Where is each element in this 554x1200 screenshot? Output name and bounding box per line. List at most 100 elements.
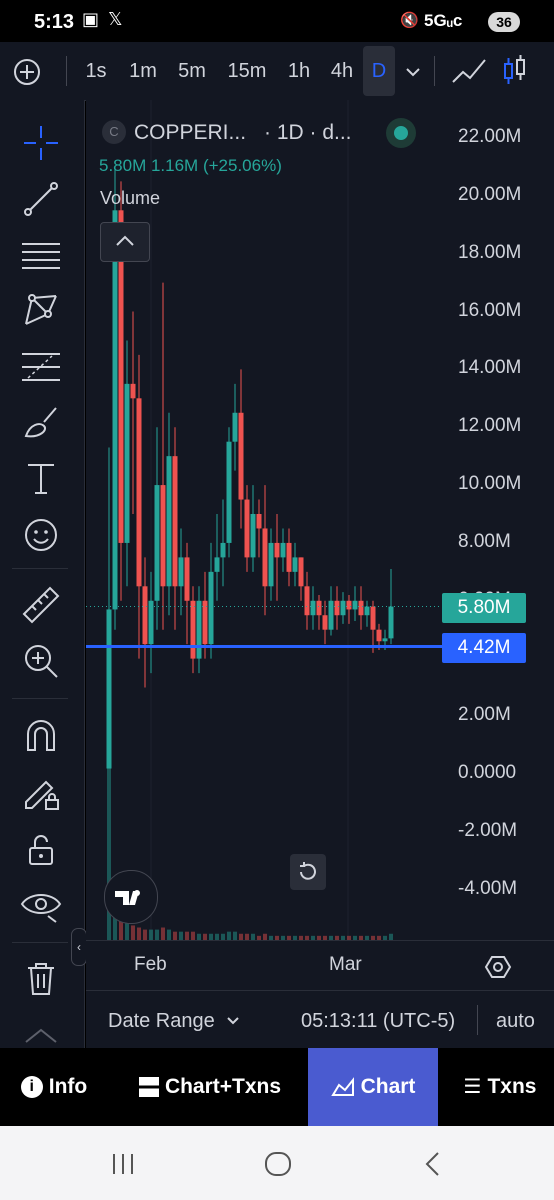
candle-body xyxy=(244,499,250,558)
market-status[interactable] xyxy=(386,118,416,148)
interval-15m[interactable]: 15m xyxy=(222,42,272,100)
ruler-icon[interactable] xyxy=(18,582,64,628)
tab-chart-txns[interactable]: Chart+Txns xyxy=(120,1048,300,1126)
candle-body xyxy=(388,606,394,639)
candle-body xyxy=(196,600,202,659)
interval-1s[interactable]: 1s xyxy=(80,42,112,100)
status-time: 5:13 xyxy=(34,11,75,33)
line-chart-icon[interactable] xyxy=(450,56,488,86)
tab-chart[interactable]: Chart xyxy=(308,1048,438,1126)
lock-drawings-icon[interactable] xyxy=(18,770,64,816)
candle-body xyxy=(250,514,256,558)
volume-bar xyxy=(137,927,141,940)
brush-icon[interactable] xyxy=(18,400,64,446)
tools-divider xyxy=(12,698,68,699)
time-label-feb: Feb xyxy=(134,954,167,975)
ohlc-values: 5.80M 1.16M (+25.06%) xyxy=(99,156,282,175)
price-axis-label: -4.00M xyxy=(458,878,518,899)
tab-info-label: Info xyxy=(48,1075,88,1098)
volume-bar xyxy=(173,931,177,940)
candle-body xyxy=(376,629,382,642)
trend-line-icon[interactable] xyxy=(18,176,64,222)
symbol-name[interactable]: COPPERI... xyxy=(134,121,246,145)
forecast-icon[interactable] xyxy=(18,344,64,390)
fib-lines-icon[interactable] xyxy=(18,232,64,278)
candle-body xyxy=(232,412,238,442)
network-label: 5Gᵤᴄ xyxy=(424,11,463,30)
tradingview-logo[interactable] xyxy=(104,870,158,924)
volume-bar xyxy=(161,927,165,940)
unlock-icon[interactable] xyxy=(18,826,64,872)
recent-apps-icon[interactable] xyxy=(110,1152,136,1176)
interval-1h[interactable]: 1h xyxy=(282,42,316,100)
screenshot-icon: ▣ xyxy=(82,9,100,29)
price-axis-label: 8.00M xyxy=(458,530,511,552)
mute-icon: 🔇 xyxy=(400,12,419,29)
market-status-dot xyxy=(394,126,408,140)
candle-body xyxy=(280,542,286,558)
tab-info[interactable]: i Info xyxy=(0,1048,108,1126)
candle-body xyxy=(154,485,160,601)
price-axis-label: 0.0000 xyxy=(458,762,517,784)
candle-body xyxy=(202,600,208,645)
trash-icon[interactable] xyxy=(18,956,64,1002)
back-icon[interactable] xyxy=(422,1150,442,1178)
collapse-legend-button[interactable] xyxy=(100,222,150,262)
candle-body xyxy=(136,398,142,587)
tab-txns[interactable]: ☰ Txns xyxy=(446,1048,554,1126)
eye-icon[interactable] xyxy=(18,882,64,928)
candles-icon[interactable] xyxy=(502,54,528,88)
auto-scale-button[interactable]: auto xyxy=(496,1010,535,1033)
reset-chart-button[interactable] xyxy=(290,854,326,890)
chart-area[interactable]: C COPPERI... · 1D · d... 5.80M 1.16M (+2… xyxy=(86,100,554,940)
volume-bar xyxy=(125,923,129,940)
magnet-icon[interactable] xyxy=(18,714,64,760)
interval-d[interactable]: D xyxy=(363,46,395,96)
horizontal-line-label[interactable]: 4.42M xyxy=(442,633,526,663)
pattern-icon[interactable] xyxy=(18,288,64,334)
interval-1m[interactable]: 1m xyxy=(124,42,162,100)
volume-bar xyxy=(167,929,171,940)
crosshair-icon[interactable] xyxy=(18,120,64,166)
price-axis-label: 16.00M xyxy=(458,299,522,321)
volume-bar xyxy=(191,931,195,940)
symbol-interval: · 1D · d... xyxy=(264,121,352,144)
zoom-in-icon[interactable] xyxy=(18,638,64,684)
date-range-button[interactable]: Date Range xyxy=(108,1010,215,1033)
tools-divider xyxy=(12,942,68,943)
candle-body xyxy=(310,600,316,616)
candle-body xyxy=(358,600,364,616)
settings-icon[interactable] xyxy=(484,953,512,981)
drawing-toolbar xyxy=(0,100,85,1048)
interval-4h[interactable]: 4h xyxy=(324,42,360,100)
candle-body xyxy=(328,600,334,630)
candle-body xyxy=(346,600,352,610)
chevron-up-icon[interactable] xyxy=(18,1020,64,1048)
candle-body xyxy=(340,600,346,616)
emoji-icon[interactable] xyxy=(18,512,64,558)
tab-chart-txns-label: Chart+Txns xyxy=(164,1075,282,1098)
volume-bar xyxy=(185,931,189,940)
chevron-down-icon[interactable] xyxy=(404,64,422,80)
candle-body xyxy=(352,600,358,610)
view-tabs: i Info Chart+Txns Chart ☰ Txns xyxy=(0,1048,554,1126)
candle-body xyxy=(322,615,328,630)
candle-body xyxy=(274,542,280,558)
area-chart-icon xyxy=(330,1077,354,1097)
timezone-clock[interactable]: 05:13:11 (UTC-5) xyxy=(301,1010,455,1033)
interval-5m[interactable]: 5m xyxy=(172,42,212,100)
reset-icon xyxy=(300,862,316,880)
symbol-logo: C xyxy=(102,120,126,144)
split-view-icon xyxy=(138,1077,159,1098)
price-axis-label: 12.00M xyxy=(458,415,522,437)
add-symbol-icon[interactable] xyxy=(12,57,42,87)
text-tool-icon[interactable] xyxy=(18,456,64,502)
home-icon[interactable] xyxy=(263,1150,293,1178)
candlestick-chart[interactable] xyxy=(86,100,554,940)
collapse-toolbar-handle[interactable]: ‹ xyxy=(71,928,87,966)
volume-indicator-label[interactable]: Volume xyxy=(100,188,160,209)
chevron-down-icon[interactable] xyxy=(226,1015,240,1027)
volume-bar xyxy=(131,925,135,940)
time-axis[interactable]: Feb Mar xyxy=(86,940,554,991)
toolbar-divider xyxy=(66,56,67,86)
